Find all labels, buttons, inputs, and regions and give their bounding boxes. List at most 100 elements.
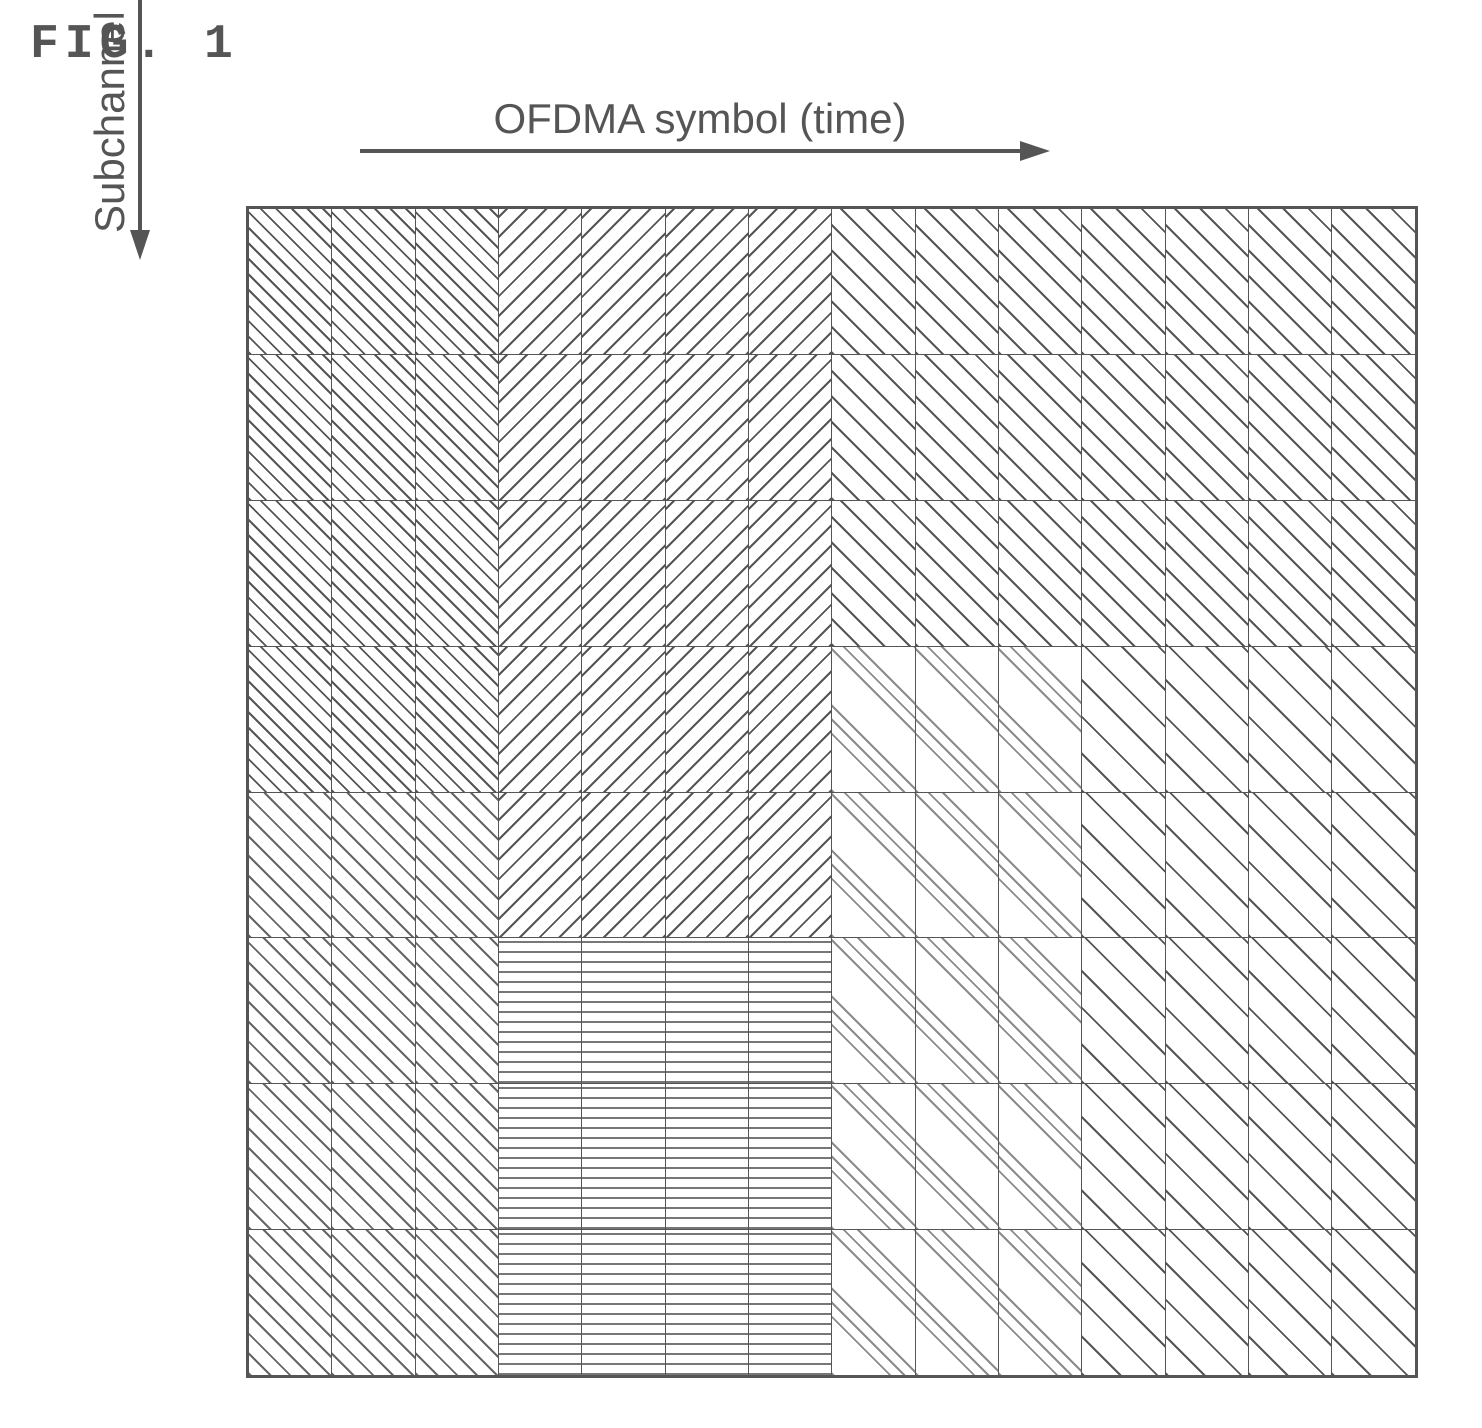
region-E (416, 1230, 498, 1375)
grid-cell (665, 792, 748, 938)
grid-cell (915, 354, 998, 500)
region-G (1249, 1084, 1331, 1229)
region-B (666, 501, 748, 646)
region-A (249, 501, 331, 646)
region-B (499, 209, 581, 354)
region-G (1332, 793, 1415, 938)
grid-cell (915, 500, 998, 646)
region-G (1249, 647, 1331, 792)
grid-cell (582, 1084, 665, 1230)
region-C (1082, 355, 1164, 500)
region-C (1249, 501, 1331, 646)
region-A (416, 647, 498, 792)
grid-cell (832, 938, 915, 1084)
grid-cell (999, 792, 1082, 938)
grid-cell (999, 1084, 1082, 1230)
region-B (582, 209, 664, 354)
grid-cell (1332, 209, 1416, 355)
grid-table (248, 208, 1416, 1376)
region-D (999, 793, 1081, 938)
grid-cell (332, 938, 415, 1084)
region-F (666, 1084, 748, 1229)
region-A (249, 209, 331, 354)
grid-cell (749, 500, 832, 646)
resource-grid (246, 206, 1418, 1378)
grid-cell (332, 354, 415, 500)
grid-cell (249, 938, 332, 1084)
grid-row (249, 792, 1416, 938)
grid-cell (1082, 354, 1165, 500)
grid-cell (749, 209, 832, 355)
region-D (916, 1230, 998, 1375)
region-F (666, 938, 748, 1083)
grid-cell (415, 209, 498, 355)
region-G (1332, 938, 1415, 1083)
grid-cell (415, 646, 498, 792)
grid-cell (249, 209, 332, 355)
region-G (1332, 647, 1415, 792)
region-D (916, 793, 998, 938)
grid-row (249, 354, 1416, 500)
region-E (249, 793, 331, 938)
region-F (499, 938, 581, 1083)
grid-cell (999, 1230, 1082, 1376)
region-D (999, 1084, 1081, 1229)
region-A (332, 209, 414, 354)
grid-cell (1165, 938, 1248, 1084)
region-A (416, 355, 498, 500)
grid-cell (1082, 209, 1165, 355)
grid-cell (915, 1230, 998, 1376)
grid-cell (999, 209, 1082, 355)
grid-cell (1249, 938, 1332, 1084)
grid-cell (415, 500, 498, 646)
region-A (416, 501, 498, 646)
grid-cell (749, 646, 832, 792)
grid-cell (832, 1230, 915, 1376)
grid-cell (1249, 354, 1332, 500)
grid-cell (249, 792, 332, 938)
grid-cell (999, 938, 1082, 1084)
grid-cell (1332, 938, 1416, 1084)
grid-cell (1082, 1230, 1165, 1376)
region-G (1082, 647, 1164, 792)
region-B (666, 209, 748, 354)
region-A (332, 647, 414, 792)
grid-cell (1165, 792, 1248, 938)
grid-cell (749, 1084, 832, 1230)
grid-cell (665, 1230, 748, 1376)
region-E (332, 1084, 414, 1229)
region-B (666, 355, 748, 500)
grid-cell (749, 1230, 832, 1376)
region-B (582, 647, 664, 792)
grid-cell (499, 938, 582, 1084)
region-C (1332, 501, 1415, 646)
grid-cell (1249, 500, 1332, 646)
region-G (1166, 647, 1248, 792)
grid-cell (832, 209, 915, 355)
region-G (1166, 1084, 1248, 1229)
grid-cell (1082, 646, 1165, 792)
grid-row (249, 938, 1416, 1084)
grid-cell (1332, 500, 1416, 646)
grid-cell (499, 354, 582, 500)
region-B (582, 793, 664, 938)
region-C (1332, 209, 1415, 354)
region-C (916, 355, 998, 500)
grid-row (249, 209, 1416, 355)
region-B (666, 793, 748, 938)
grid-cell (1332, 646, 1416, 792)
grid-cell (915, 646, 998, 792)
grid-cell (249, 354, 332, 500)
region-C (832, 209, 914, 354)
region-A (249, 355, 331, 500)
grid-cell (1249, 646, 1332, 792)
grid-cell (915, 792, 998, 938)
grid-cell (1165, 646, 1248, 792)
grid-cell (332, 1084, 415, 1230)
grid-cell (999, 646, 1082, 792)
region-E (416, 938, 498, 1083)
x-axis-label: OFDMA symbol (time) (493, 95, 906, 142)
grid-cell (1249, 1230, 1332, 1376)
grid-cell (499, 1230, 582, 1376)
grid-cell (915, 938, 998, 1084)
